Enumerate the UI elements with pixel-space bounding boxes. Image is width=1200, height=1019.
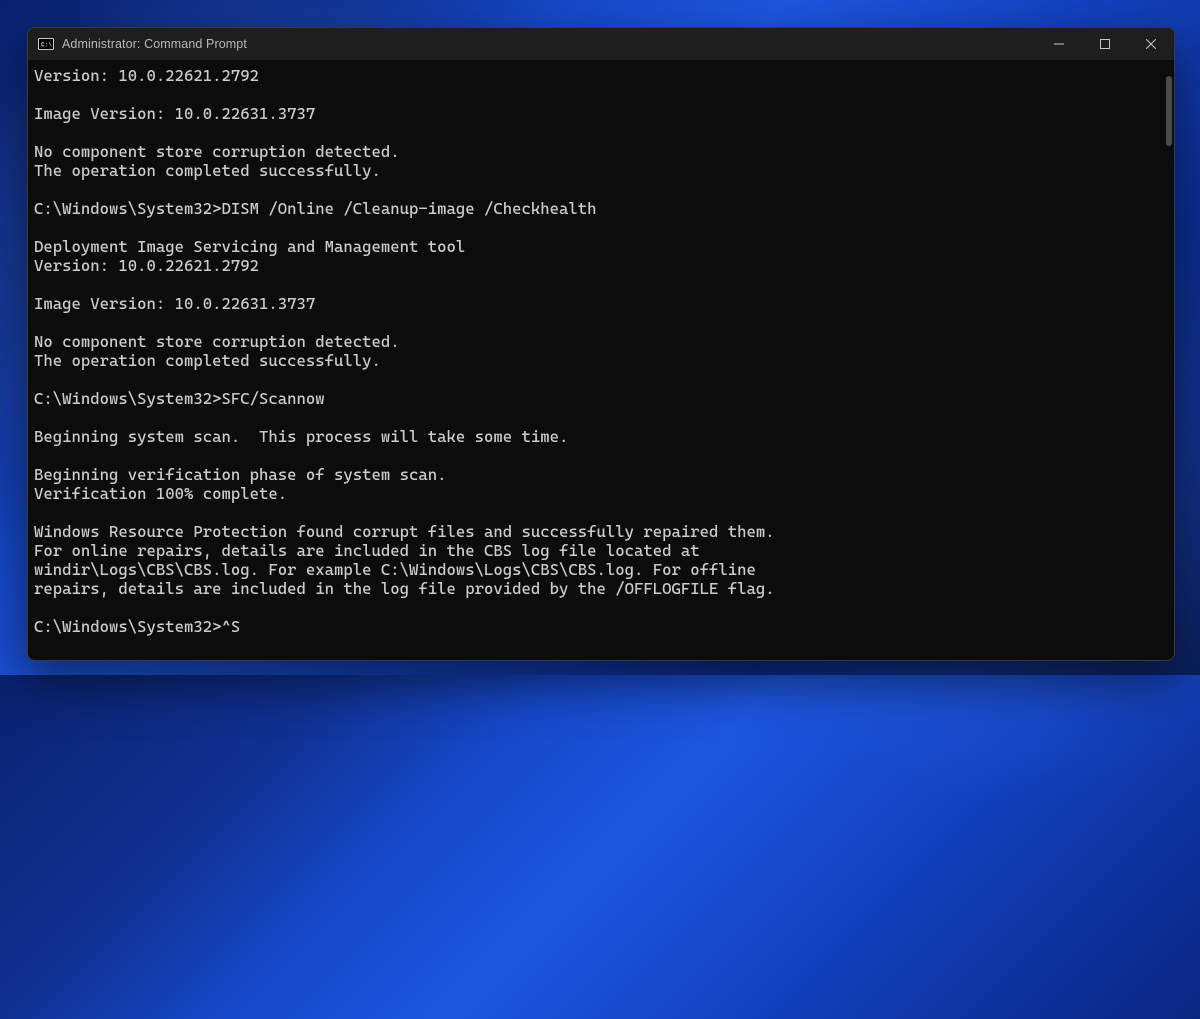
scrollbar-track[interactable] bbox=[1166, 62, 1172, 658]
window-title: Administrator: Command Prompt bbox=[62, 37, 1036, 51]
command-prompt-window: C:\ Administrator: Command Prompt bbox=[27, 27, 1175, 661]
terminal-output[interactable]: Version: 10.0.22621.2792 Image Version: … bbox=[28, 60, 1164, 660]
minimize-icon bbox=[1054, 39, 1064, 49]
maximize-icon bbox=[1100, 39, 1110, 49]
cmd-icon: C:\ bbox=[38, 36, 54, 52]
window-controls bbox=[1036, 28, 1174, 60]
close-icon bbox=[1146, 39, 1156, 49]
maximize-button[interactable] bbox=[1082, 28, 1128, 60]
titlebar[interactable]: C:\ Administrator: Command Prompt bbox=[28, 28, 1174, 60]
close-button[interactable] bbox=[1128, 28, 1174, 60]
svg-text:C:\: C:\ bbox=[41, 42, 52, 49]
scrollbar-thumb[interactable] bbox=[1166, 76, 1172, 146]
terminal-viewport: Version: 10.0.22621.2792 Image Version: … bbox=[28, 60, 1174, 660]
minimize-button[interactable] bbox=[1036, 28, 1082, 60]
